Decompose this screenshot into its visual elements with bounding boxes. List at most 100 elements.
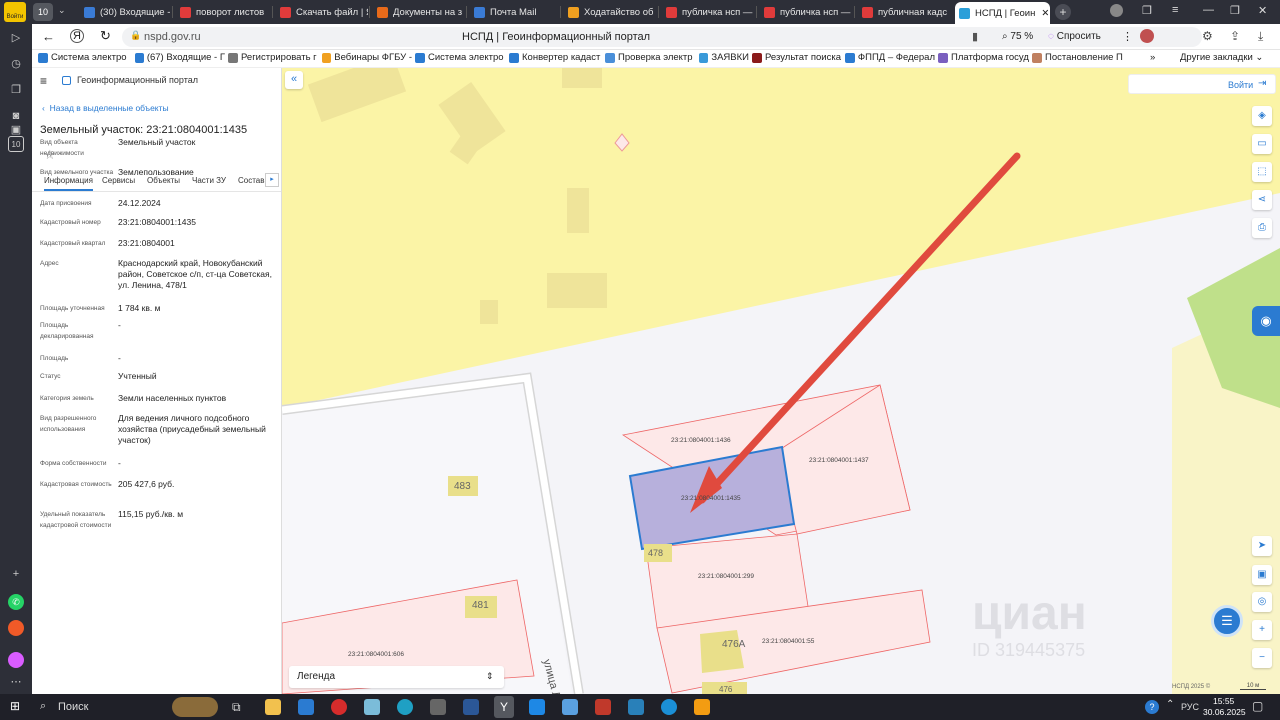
chat-button[interactable]: ☰ — [1211, 605, 1243, 637]
explorer-icon[interactable] — [265, 699, 281, 715]
bookmark-item[interactable]: Система электро — [415, 52, 506, 63]
edge-icon[interactable] — [397, 699, 413, 715]
bookmark-item[interactable]: ЗАЯВКИ — [699, 52, 749, 63]
bookmark-item[interactable]: Постановление П — [1032, 52, 1132, 63]
bookmark-item[interactable]: Вебинары ФГБУ - — [322, 52, 412, 63]
extension-icon[interactable] — [1140, 29, 1154, 43]
more-menu-icon[interactable]: ⋮ — [1122, 30, 1133, 43]
bookmark-item[interactable]: Проверка электр — [605, 52, 696, 63]
app-icon[interactable] — [529, 699, 545, 715]
zoom-in-button[interactable]: + — [1252, 620, 1272, 640]
bookmark-item[interactable]: ФППД – Федерал — [845, 52, 935, 63]
print-icon[interactable]: ⎙ — [1252, 218, 1272, 238]
calculator-icon[interactable] — [430, 699, 446, 715]
browser-tab[interactable]: публичка нсп — — [662, 2, 754, 22]
map-view[interactable]: 23:21:0804001:1436 23:21:0804001:1437 23… — [282, 68, 1280, 694]
tray-chevron-icon[interactable]: ⌃ — [1166, 699, 1174, 710]
add-icon[interactable]: + — [8, 566, 24, 582]
tab-nspd[interactable]: НСПД | Геоин ✕ — [955, 2, 1050, 24]
bookmark-item[interactable]: Конвертер кадаст — [509, 52, 602, 63]
compass-icon[interactable]: ◎ — [1252, 592, 1272, 612]
app-icon[interactable] — [364, 699, 380, 715]
share-icon[interactable]: ⇪ — [1230, 29, 1240, 43]
other-bookmarks[interactable]: Другие закладки ⌄ — [1180, 52, 1263, 63]
back-icon[interactable]: ← — [42, 29, 55, 44]
back-link[interactable]: ‹ Назад в выделенные объекты — [42, 103, 169, 113]
map-canvas[interactable] — [282, 68, 1280, 694]
browser-tab[interactable]: публичка нсп — — [760, 2, 852, 22]
restore-icon[interactable]: ❐ — [1230, 4, 1240, 17]
bookmarks-icon[interactable]: ❐ — [8, 82, 24, 98]
notifications-icon[interactable]: ▢ — [1252, 699, 1263, 713]
app-icon[interactable] — [694, 699, 710, 715]
zoom-out-button[interactable]: − — [1252, 648, 1272, 668]
extensions-icon[interactable]: ⚙ — [1202, 29, 1213, 43]
favicon-icon — [862, 6, 873, 18]
app-icon[interactable] — [562, 699, 578, 715]
yandex-icon[interactable]: Я — [70, 29, 84, 43]
bookmark-item[interactable]: (67) Входящие - Г — [135, 52, 225, 63]
layers-icon[interactable]: ◈ — [1252, 106, 1272, 126]
reload-icon[interactable]: ↻ — [100, 28, 111, 44]
tab-counter-button[interactable]: 10 — [33, 3, 53, 21]
bookmark-item[interactable]: Регистрировать г — [228, 52, 319, 63]
collapse-panel-button[interactable]: « — [285, 71, 303, 89]
bookmark-item[interactable]: Платформа госуд — [938, 52, 1029, 63]
browser-tab[interactable]: Почта Mail — [470, 2, 562, 22]
download-icon[interactable]: ⤓ — [1258, 29, 1263, 44]
avatar[interactable] — [1110, 4, 1123, 17]
ruler-icon[interactable]: ▭ — [1252, 134, 1272, 154]
url-field[interactable]: 🔒 nspd.gov.ru НСПД | Геоинформационный п… — [122, 27, 1202, 47]
app-icon[interactable] — [8, 620, 24, 636]
bookmark-item[interactable]: Результат поиска — [752, 52, 842, 63]
browser-tab[interactable]: Скачать файл | Я — [276, 2, 368, 22]
bookmark-item[interactable]: Система электро — [38, 52, 132, 63]
share-map-icon[interactable]: ⋖ — [1252, 190, 1272, 210]
play-icon[interactable]: ▷ — [8, 30, 24, 46]
locate-icon[interactable]: ➤ — [1252, 536, 1272, 556]
language-indicator[interactable]: РУС — [1181, 702, 1199, 712]
browser-tab[interactable]: Ходатайство об — [564, 2, 656, 22]
history-icon[interactable]: ◷ — [8, 56, 24, 72]
ie-icon[interactable] — [661, 699, 677, 715]
basemap-icon[interactable]: ▣ — [1252, 565, 1272, 585]
chevron-down-icon[interactable]: ⌄ — [58, 5, 66, 16]
close-icon[interactable]: ✕ — [1041, 8, 1049, 19]
taskbar-search[interactable]: ⌕ Поиск — [32, 697, 222, 717]
bookmark-icon[interactable]: ▮ — [972, 30, 978, 43]
zoom-level[interactable]: ⌕ 75 % — [1002, 31, 1033, 42]
yandex-browser-icon[interactable]: Y — [494, 696, 514, 718]
hamburger-icon[interactable]: ≡ — [40, 74, 47, 88]
browser-profile-icon[interactable]: Войти — [4, 2, 26, 22]
whatsapp-icon[interactable]: ✆ — [8, 594, 24, 610]
new-tab-button[interactable]: + — [1055, 4, 1071, 20]
task-view-icon[interactable]: ⧉ — [232, 699, 248, 715]
select-icon[interactable]: ⬚ — [1252, 162, 1272, 182]
collections-icon[interactable]: ❐ — [1142, 4, 1152, 17]
weather-widget-icon[interactable] — [172, 697, 218, 717]
messenger-icon[interactable] — [8, 652, 24, 668]
minimize-icon[interactable]: — — [1203, 4, 1214, 16]
app-icon[interactable] — [298, 699, 314, 715]
calendar-icon[interactable] — [595, 699, 611, 715]
side-widget-button[interactable]: ◉ — [1252, 306, 1280, 336]
ask-button[interactable]: ◌ Спросить — [1042, 29, 1107, 44]
close-window-icon[interactable]: ✕ — [1258, 4, 1267, 17]
help-icon[interactable]: ? — [1145, 700, 1159, 714]
browser-tab[interactable]: поворот листов — [176, 2, 268, 22]
app-icon[interactable] — [628, 699, 644, 715]
windows-start-icon[interactable]: ⊞ — [10, 700, 23, 713]
bookmarks-more-icon[interactable]: » — [1150, 52, 1155, 63]
opera-icon[interactable] — [331, 699, 347, 715]
word-icon[interactable] — [463, 699, 479, 715]
menu-icon[interactable]: ≡ — [1172, 4, 1178, 16]
more-icon[interactable]: ⋯ — [8, 674, 24, 690]
login-button[interactable]: Войти — [1228, 80, 1253, 90]
browser-tab[interactable]: (30) Входящие - — [80, 2, 172, 22]
login-field[interactable]: Войти ⇥ — [1128, 74, 1276, 94]
legend-dropdown[interactable]: Легенда ⇕ — [289, 666, 504, 688]
browser-tab[interactable]: Документы на з — [373, 2, 465, 22]
tab-count-icon[interactable]: 10 — [8, 136, 24, 152]
tab-0[interactable]: Информация — [44, 176, 93, 191]
browser-tab[interactable]: публичная кадс — [858, 2, 950, 22]
